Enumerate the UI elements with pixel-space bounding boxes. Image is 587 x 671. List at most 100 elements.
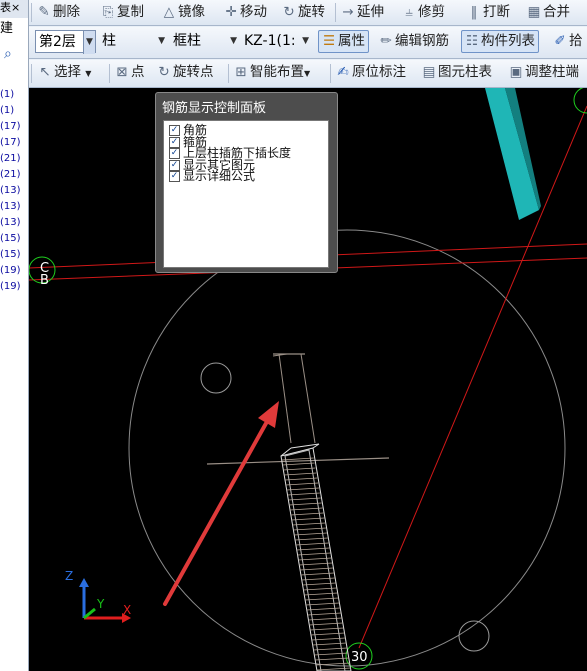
left-list-item[interactable]: (13) (0, 201, 28, 213)
point-button[interactable]: ⊠ 点 (115, 63, 144, 82)
copy-icon: ⎘ (102, 4, 114, 20)
stirrup (286, 487, 320, 491)
rebar-display-control-panel[interactable]: 钢筋显示控制面板 ✓ 角筋 ✓ 箍筋 ✓ 上层柱插筋下插长度 ✓ 显示其它图元 ✓ 显示详细公式 (155, 92, 338, 273)
delete-button[interactable]: ✎ 删除 (37, 3, 80, 22)
chevron-down-icon: ▼ (158, 36, 165, 46)
stirrup (315, 657, 350, 661)
left-panel-new-button[interactable]: 建 (0, 19, 28, 39)
stirrup (316, 667, 351, 671)
checkbox[interactable]: ✓ (169, 171, 180, 182)
left-panel-close[interactable]: 表× (0, 0, 28, 18)
left-list-item[interactable]: (19) (0, 265, 28, 277)
edit-rebar-button[interactable]: ✏ 编辑钢筋 (379, 32, 449, 51)
stirrup (311, 637, 346, 641)
left-panel-strip: 表× 建 ⌕ (1) (1) (17) (17) (21) (21) (13) (13) (13… (0, 0, 29, 671)
break-button[interactable]: ‖ 打断 (467, 3, 510, 22)
panel-option[interactable]: ✓ 显示详细公式 (169, 170, 255, 182)
chevron-down-icon: ▼ (83, 31, 95, 54)
chevron-down-icon: ▼ (230, 36, 237, 46)
column-upper-right-edge (300, 353, 316, 444)
extend-button[interactable]: → 延伸 (341, 3, 384, 22)
floor-select[interactable]: 第2层 ▼ (35, 30, 96, 54)
smart-layout-button[interactable]: ⊞ 智能布置▼ (234, 63, 310, 82)
copy-button[interactable]: ⎘ 复制 (101, 3, 144, 22)
column-end-icon: ▣ (509, 64, 523, 80)
rotate-icon: ↻ (283, 4, 295, 20)
left-list-item[interactable]: (1) (0, 105, 28, 117)
stirrup (288, 497, 321, 501)
left-list-item[interactable]: (19) (0, 281, 28, 293)
left-list-item[interactable]: (17) (0, 121, 28, 133)
trim-icon: ⫨ (405, 4, 413, 20)
break-icon: ‖ (470, 4, 478, 20)
left-list-item[interactable]: (15) (0, 233, 28, 245)
left-list-item[interactable]: (1) (0, 89, 28, 101)
category-select[interactable]: 柱 ▼ (99, 30, 167, 53)
left-list-item[interactable]: (13) (0, 217, 28, 229)
merge-button[interactable]: ▦ 合并 (527, 3, 570, 22)
checkbox[interactable]: ✓ (169, 125, 180, 136)
stirrup (290, 512, 324, 516)
eraser-icon: ✎ (38, 4, 50, 20)
rotate-point-button[interactable]: ↻ 旋转点 (157, 63, 213, 82)
axis-label-30: 30 (351, 650, 368, 665)
left-list-item[interactable]: (17) (0, 137, 28, 149)
stirrup (282, 462, 315, 466)
pick-button[interactable]: ✐ 拾 (553, 32, 582, 51)
select-button[interactable]: ↖ 选择 ▼ (38, 63, 91, 82)
left-list-item[interactable]: (15) (0, 249, 28, 261)
axis-y-label: Y (96, 597, 105, 611)
mirror-icon: △ (163, 4, 175, 20)
axis-x-label: X (123, 603, 131, 617)
stirrup (284, 472, 317, 476)
stirrup (314, 652, 349, 656)
component-select[interactable]: KZ-1(1: ▼ (241, 30, 311, 53)
checkbox[interactable]: ✓ (169, 148, 180, 159)
type-select[interactable]: 框柱 ▼ (170, 30, 239, 53)
stirrups (281, 457, 351, 671)
axis-z-label: Z (65, 569, 73, 583)
search-icon[interactable]: ⌕ (4, 46, 22, 64)
stirrup (289, 502, 322, 506)
checkbox[interactable]: ✓ (169, 159, 180, 171)
annotation-arrow (163, 401, 279, 606)
stirrup (284, 477, 318, 481)
axis-label-b: B (40, 273, 49, 288)
panel-title[interactable]: 钢筋显示控制面板 (162, 97, 266, 116)
left-list-item[interactable]: (21) (0, 169, 28, 181)
chevron-down-icon: ▼ (304, 69, 311, 78)
stirrup (313, 647, 348, 651)
cursor-icon: ↖ (39, 64, 51, 80)
left-list-item[interactable]: (21) (0, 153, 28, 165)
trim-button[interactable]: ⫨ 修剪 (402, 3, 445, 22)
adjust-column-end-button[interactable]: ▣ 调整柱端 (509, 63, 579, 82)
stirrup (312, 642, 347, 646)
eyedropper-icon: ✐ (554, 33, 566, 49)
grid-icon: ⊞ (235, 64, 247, 80)
element-column-table-button[interactable]: ▤ 图元柱表 (422, 63, 492, 82)
outer-circle (128, 229, 566, 667)
grid-bubble-left (200, 362, 232, 394)
panel-options: ✓ 角筋 ✓ 箍筋 ✓ 上层柱插筋下插长度 ✓ 显示其它图元 ✓ 显示详细公式 (163, 120, 329, 268)
move-button[interactable]: ✛ 移动 (224, 3, 267, 22)
stirrup (283, 467, 316, 471)
chevron-down-icon: ▼ (85, 69, 92, 78)
stirrup (281, 457, 314, 461)
left-list-item[interactable]: (13) (0, 185, 28, 197)
mirror-button[interactable]: △ 镜像 (162, 3, 205, 22)
axis-gizmo: Z Y X (65, 569, 131, 623)
properties-button[interactable]: ☰ 属性 (318, 30, 369, 53)
stirrup (295, 537, 328, 541)
checkbox[interactable]: ✓ (169, 136, 180, 148)
properties-icon: ☰ (322, 33, 336, 49)
list-icon: ☷ (465, 33, 479, 49)
stirrup (287, 492, 320, 496)
stirrup (291, 517, 325, 521)
in-place-label-button[interactable]: ✍ 原位标注 (336, 63, 406, 82)
stirrup (285, 482, 319, 486)
axis-bubble-top-right (573, 88, 587, 114)
move-icon: ✛ (225, 4, 237, 20)
rotate-button[interactable]: ↻ 旋转 (282, 3, 325, 22)
edit-toolbar: ✎ 删除 ⎘ 复制 △ 镜像 ✛ 移动 ↻ 旋转 → 延伸 ⫨ 修剪 ‖ 打断 ▦ 合并 (29, 0, 587, 26)
component-list-button[interactable]: ☷ 构件列表 (461, 30, 539, 53)
